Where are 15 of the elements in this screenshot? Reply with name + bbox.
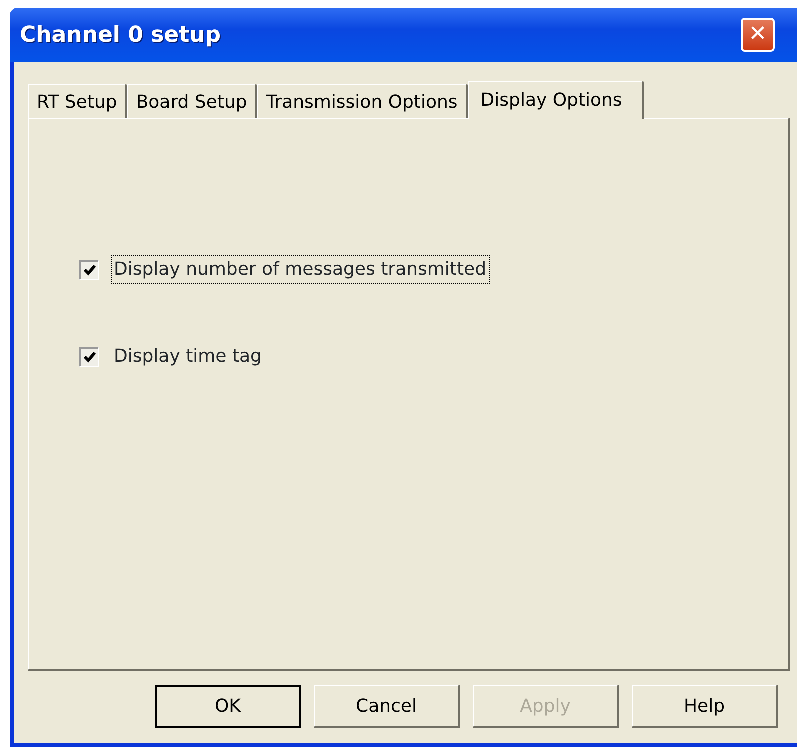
dialog-button[interactable]: OK	[155, 685, 301, 728]
tab[interactable]: Transmission Options	[257, 84, 468, 118]
checkbox[interactable]	[79, 260, 99, 280]
close-button[interactable]: ✕	[741, 18, 775, 52]
tab[interactable]: Board Setup	[127, 84, 258, 118]
window-title: Channel 0 setup	[20, 22, 222, 50]
tab[interactable]: RT Setup	[28, 84, 128, 118]
check-icon	[82, 350, 96, 364]
checkbox-label[interactable]: Display number of messages transmitted	[111, 255, 490, 284]
check-icon	[82, 263, 96, 277]
dialog-button[interactable]: Cancel	[314, 685, 460, 728]
tab[interactable]: Display Options	[468, 81, 644, 119]
dialog-button[interactable]: Help	[632, 685, 778, 728]
checkbox-label[interactable]: Display time tag	[111, 342, 265, 371]
checkbox[interactable]	[79, 346, 99, 366]
